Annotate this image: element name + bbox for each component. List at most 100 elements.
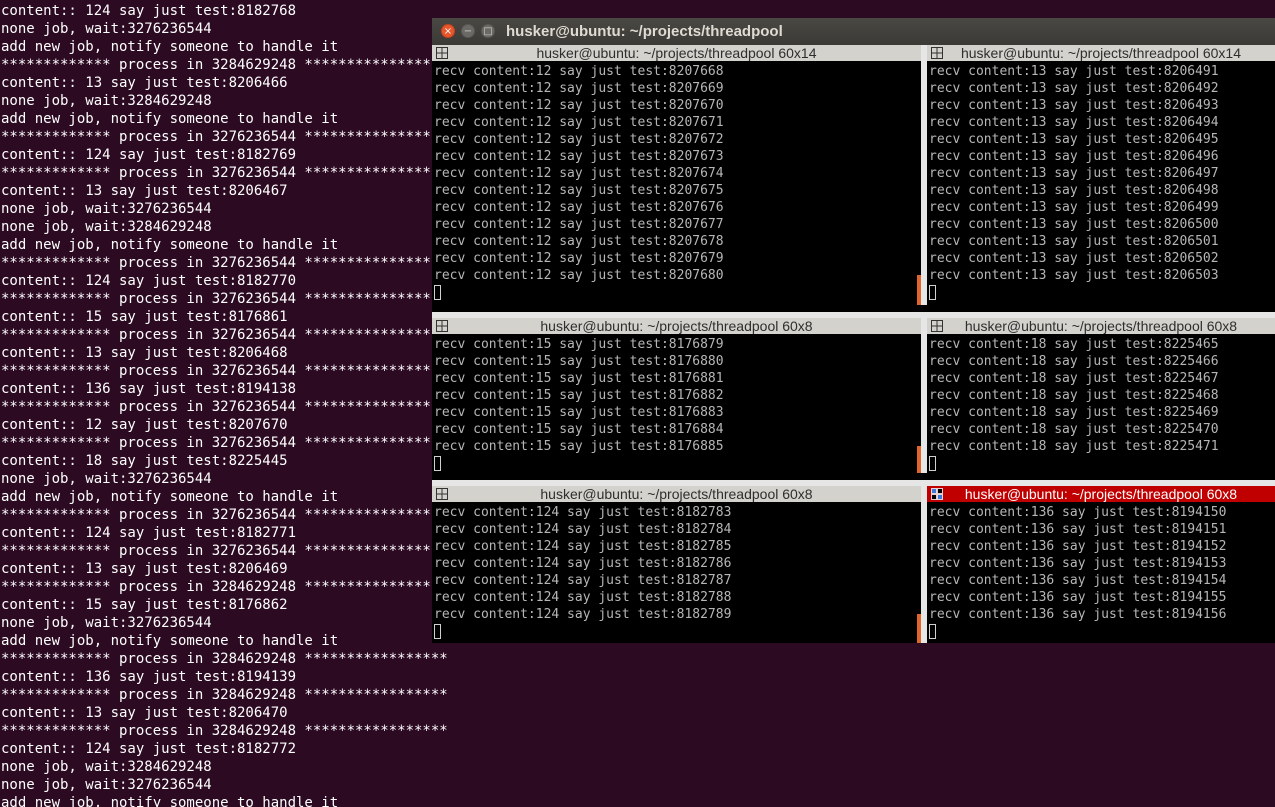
- terminal-output-line: ************* process in 3276236544 ****…: [1, 363, 448, 379]
- pane-splitter-horizontal[interactable]: [432, 480, 1275, 486]
- terminal-output-line: ************* process in 3276236544 ****…: [1, 543, 448, 559]
- terminal-output-line: content:: 13 say just test:8206468: [1, 345, 288, 361]
- terminal-output-line: recv content:18 say just test:8225470: [929, 422, 1219, 437]
- terminal-output-line: recv content:15 say just test:8176884: [434, 422, 724, 437]
- terminal-cursor: [929, 624, 936, 639]
- terminal-output-line: recv content:13 say just test:8206491: [929, 64, 1219, 79]
- terminal-output-line: recv content:12 say just test:8207670: [434, 98, 724, 113]
- terminal-output-line: ************* process in 3276236544 ****…: [1, 255, 448, 271]
- terminal-output-line: recv content:124 say just test:8182789: [434, 607, 732, 622]
- terminal-output-line: ************* process in 3284629248 ****…: [1, 723, 448, 739]
- terminal-output-line: recv content:136 say just test:8194150: [929, 505, 1227, 520]
- terminal-output-line: recv content:12 say just test:8207679: [434, 251, 724, 266]
- terminal-output-line: none job, wait:3276236544: [1, 777, 212, 793]
- terminal-output-line: recv content:124 say just test:8182787: [434, 573, 732, 588]
- terminal-output-line: recv content:13 say just test:8206502: [929, 251, 1219, 266]
- terminal-output-line: none job, wait:3284629248: [1, 93, 212, 109]
- terminal-output-line: recv content:13 say just test:8206503: [929, 268, 1219, 283]
- maximize-icon[interactable]: □: [481, 24, 495, 38]
- terminal-output-line: content:: 124 say just test:8182769: [1, 147, 297, 163]
- terminal-output-line: recv content:18 say just test:8225466: [929, 354, 1219, 369]
- terminal-output-line: recv content:13 say just test:8206496: [929, 149, 1219, 164]
- terminal-output-line: content:: 18 say just test:8225445: [1, 453, 288, 469]
- terminal-output-line: recv content:13 say just test:8206493: [929, 98, 1219, 113]
- terminal-output-line: recv content:136 say just test:8194156: [929, 607, 1227, 622]
- terminal-pane-bottom-right[interactable]: husker@ubuntu: ~/projects/threadpool 60x…: [927, 486, 1275, 643]
- terminal-pane-top-left[interactable]: husker@ubuntu: ~/projects/threadpool 60x…: [432, 45, 921, 305]
- pane-header[interactable]: husker@ubuntu: ~/projects/threadpool 60x…: [432, 45, 921, 61]
- terminal-output-line: none job, wait:3284629248: [1, 759, 212, 775]
- pane-header[interactable]: husker@ubuntu: ~/projects/threadpool 60x…: [927, 318, 1275, 334]
- terminal-output-line: content:: 15 say just test:8176862: [1, 597, 288, 613]
- pane-title: husker@ubuntu: ~/projects/threadpool 60x…: [540, 486, 813, 502]
- terminal-output-line: ************* process in 3284629248 ****…: [1, 651, 448, 667]
- pane-splitter-horizontal[interactable]: [432, 312, 1275, 318]
- terminal-output-line: recv content:136 say just test:8194152: [929, 539, 1227, 554]
- terminal-output-line: content:: 13 say just test:8206467: [1, 183, 288, 199]
- terminal-output-line: recv content:15 say just test:8176881: [434, 371, 724, 386]
- terminal-output-line: recv content:13 say just test:8206500: [929, 217, 1219, 232]
- pane-header[interactable]: husker@ubuntu: ~/projects/threadpool 60x…: [927, 486, 1275, 502]
- terminal-output-line: recv content:18 say just test:8225471: [929, 439, 1219, 454]
- pane-header[interactable]: husker@ubuntu: ~/projects/threadpool 60x…: [432, 486, 921, 502]
- terminal-output-line: recv content:136 say just test:8194153: [929, 556, 1227, 571]
- terminal-output-line: content:: 12 say just test:8207670: [1, 417, 288, 433]
- terminal-pane-middle-right[interactable]: husker@ubuntu: ~/projects/threadpool 60x…: [927, 318, 1275, 473]
- terminal-output-line: add new job, notify someone to handle it: [1, 489, 339, 505]
- terminal-output-line: recv content:124 say just test:8182783: [434, 505, 732, 520]
- terminal-output-line: recv content:12 say just test:8207671: [434, 115, 724, 130]
- terminal-output-line: add new job, notify someone to handle it: [1, 795, 339, 807]
- terminal-pane-bottom-left[interactable]: husker@ubuntu: ~/projects/threadpool 60x…: [432, 486, 921, 643]
- terminal-output-line: add new job, notify someone to handle it: [1, 633, 339, 649]
- pane-splitter-vertical[interactable]: [921, 318, 927, 473]
- terminal-output-line: ************* process in 3284629248 ****…: [1, 687, 448, 703]
- terminal-output-line: recv content:124 say just test:8182784: [434, 522, 732, 537]
- terminal-output-line: content:: 124 say just test:8182771: [1, 525, 297, 541]
- close-icon[interactable]: ×: [441, 24, 455, 38]
- terminal-output-line: ************* process in 3276236544 ****…: [1, 327, 448, 343]
- terminal-output-line: recv content:18 say just test:8225468: [929, 388, 1219, 403]
- terminal-output-line: ************* process in 3276236544 ****…: [1, 399, 448, 415]
- terminal-output-line: recv content:12 say just test:8207672: [434, 132, 724, 147]
- terminal-output-line: content:: 124 say just test:8182768: [1, 3, 297, 19]
- terminal-output-line: recv content:18 say just test:8225469: [929, 405, 1219, 420]
- pane-title: husker@ubuntu: ~/projects/threadpool 60x…: [960, 45, 1241, 61]
- terminal-output-line: recv content:13 say just test:8206498: [929, 183, 1219, 198]
- terminal-output-line: add new job, notify someone to handle it: [1, 237, 339, 253]
- terminal-output-line: ************* process in 3276236544 ****…: [1, 165, 448, 181]
- terminal-output-line: recv content:124 say just test:8182788: [434, 590, 732, 605]
- terminal-output-line: content:: 136 say just test:8194138: [1, 381, 297, 397]
- terminal-output-line: recv content:18 say just test:8225467: [929, 371, 1219, 386]
- pane-title: husker@ubuntu: ~/projects/threadpool 60x…: [964, 486, 1238, 502]
- terminal-output-line: recv content:15 say just test:8176885: [434, 439, 724, 454]
- pane-splitter-vertical[interactable]: [921, 45, 927, 305]
- terminal-output-line: recv content:12 say just test:8207669: [434, 81, 724, 96]
- pane-header[interactable]: husker@ubuntu: ~/projects/threadpool 60x…: [432, 318, 921, 334]
- pane-header[interactable]: husker@ubuntu: ~/projects/threadpool 60x…: [927, 45, 1275, 61]
- terminal-cursor: [434, 456, 441, 471]
- terminal-output-line: content:: 124 say just test:8182772: [1, 741, 297, 757]
- window-titlebar[interactable]: × − □ husker@ubuntu: ~/projects/threadpo…: [432, 18, 1275, 45]
- terminal-output-line: recv content:12 say just test:8207668: [434, 64, 724, 79]
- minimize-icon[interactable]: −: [461, 24, 475, 38]
- terminal-output-line: ************* process in 3276236544 ****…: [1, 291, 448, 307]
- terminal-output-line: content:: 136 say just test:8194139: [1, 669, 297, 685]
- terminal-output-line: content:: 13 say just test:8206470: [1, 705, 288, 721]
- terminal-output-line: none job, wait:3276236544: [1, 201, 212, 217]
- terminal-output-line: none job, wait:3276236544: [1, 21, 212, 37]
- pane-title: husker@ubuntu: ~/projects/threadpool 60x…: [536, 45, 817, 61]
- terminal-output-line: recv content:13 say just test:8206495: [929, 132, 1219, 147]
- terminal-pane-top-right[interactable]: husker@ubuntu: ~/projects/threadpool 60x…: [927, 45, 1275, 305]
- terminal-output-line: none job, wait:3284629248: [1, 219, 212, 235]
- terminal-output-line: none job, wait:3276236544: [1, 615, 212, 631]
- terminal-output-line: recv content:136 say just test:8194155: [929, 590, 1227, 605]
- terminal-output-line: content:: 13 say just test:8206469: [1, 561, 288, 577]
- terminal-output-line: ************* process in 3284629248 ****…: [1, 57, 448, 73]
- terminal-output-line: recv content:12 say just test:8207678: [434, 234, 724, 249]
- terminal-output-line: content:: 124 say just test:8182770: [1, 273, 297, 289]
- terminal-output-line: recv content:12 say just test:8207675: [434, 183, 724, 198]
- terminal-pane-middle-left[interactable]: husker@ubuntu: ~/projects/threadpool 60x…: [432, 318, 921, 473]
- pane-splitter-vertical[interactable]: [921, 486, 927, 643]
- terminator-window: × − □ husker@ubuntu: ~/projects/threadpo…: [432, 18, 1275, 643]
- pane-title: husker@ubuntu: ~/projects/threadpool 60x…: [964, 318, 1238, 334]
